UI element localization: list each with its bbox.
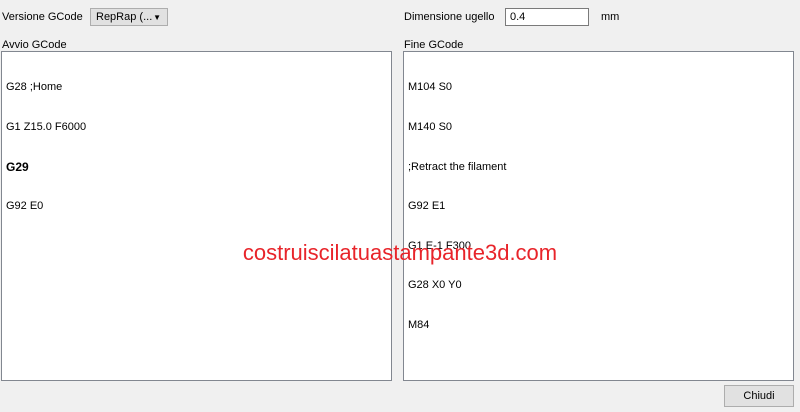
gcode-flavor-label: Versione GCode — [2, 11, 83, 23]
code-line: G92 E0 — [6, 200, 44, 213]
code-line: G29 — [6, 159, 29, 174]
nozzle-unit-label: mm — [601, 11, 620, 23]
gcode-flavor-value: RepRap (... — [96, 11, 153, 23]
end-gcode-editor[interactable]: M104 S0 M140 S0 ;Retract the filament G9… — [403, 51, 794, 381]
nozzle-size-label: Dimensione ugello — [404, 11, 495, 23]
code-line: G28 X0 Y0 — [408, 279, 462, 292]
watermark-text: costruiscilatuastampante3d.com — [242, 240, 558, 265]
code-line: M104 S0 — [408, 81, 453, 94]
gcode-flavor-dropdown[interactable]: RepRap (... ▼ — [90, 8, 168, 26]
start-gcode-label: Avvio GCode — [2, 39, 67, 51]
code-line: M84 — [408, 319, 430, 332]
start-gcode-editor[interactable]: G28 ;Home G1 Z15.0 F6000 G29 G92 E0 — [1, 51, 392, 381]
end-gcode-label: Fine GCode — [404, 39, 464, 51]
chevron-down-icon: ▼ — [153, 13, 161, 22]
code-line: ;Retract the filament — [408, 160, 507, 173]
code-line: M140 S0 — [408, 121, 453, 134]
nozzle-size-input[interactable] — [505, 8, 589, 26]
code-line: G28 ;Home — [6, 81, 63, 94]
code-line: G92 E1 — [408, 200, 446, 213]
code-line: G1 Z15.0 F6000 — [6, 121, 87, 134]
close-button[interactable]: Chiudi — [724, 385, 794, 407]
